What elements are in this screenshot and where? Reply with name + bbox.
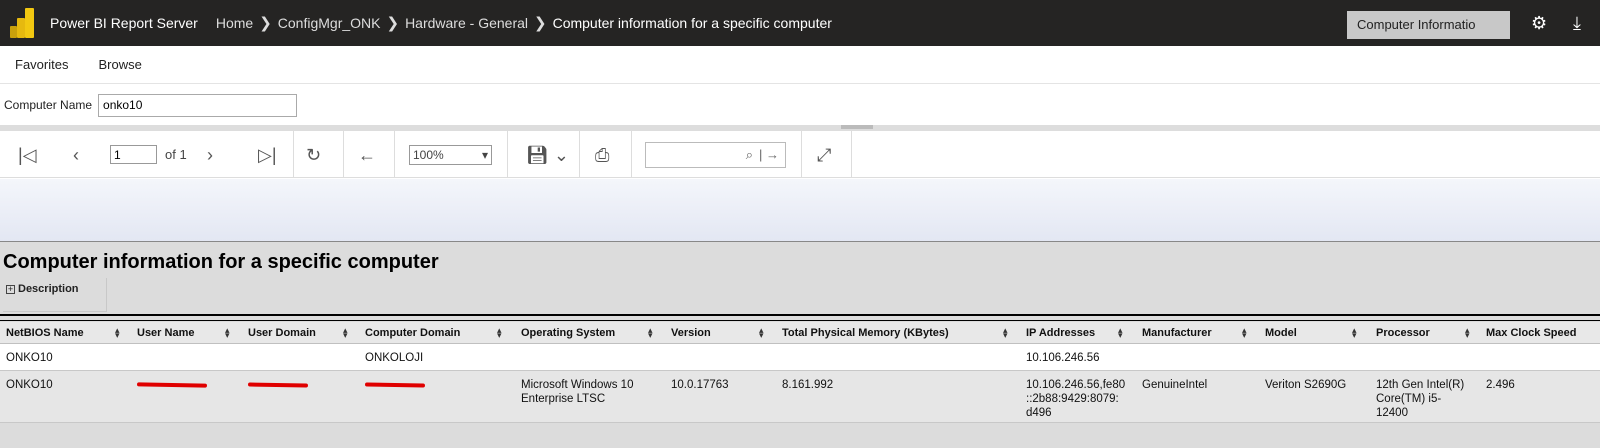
cell-os-line: Microsoft Windows 10 — [521, 379, 634, 391]
sort-icon[interactable]: ▴ ▾ — [497, 326, 502, 340]
redaction-mark-user-domain — [247, 382, 309, 388]
find-next-icon[interactable]: | → — [759, 147, 779, 162]
cell-netbios-name: ONKO10 — [6, 352, 53, 364]
sort-icon[interactable]: ▴ ▾ — [1118, 326, 1123, 340]
page-number-input[interactable] — [110, 145, 157, 164]
fullscreen-icon[interactable]: ⤢ — [817, 146, 831, 164]
column-header-total-physical-memory[interactable]: Total Physical Memory (KBytes) — [782, 322, 949, 344]
table-header-row: NetBIOS Name ▴ ▾ User Name ▴ ▾ User Domain… — [0, 322, 1600, 344]
sort-icon[interactable]: ▴ ▾ — [648, 326, 653, 340]
cell-operating-system: Microsoft Windows 10 Enterprise LTSC — [521, 378, 633, 406]
cell-os-line: Enterprise LTSC — [521, 393, 606, 405]
computer-info-table: NetBIOS Name ▴ ▾ User Name ▴ ▾ User Domain… — [0, 322, 1600, 423]
chevron-right-icon: ❯ — [259, 15, 272, 32]
breadcrumb-home[interactable]: Home — [216, 15, 253, 31]
cell-model: Veriton S2690G — [1265, 379, 1347, 391]
cell-ip-line: 10.106.246.56,fe80 — [1026, 379, 1126, 391]
powerbi-logo-icon[interactable] — [10, 8, 36, 38]
top-header-bar: Power BI Report Server Home ❯ ConfigMgr_… — [0, 0, 1600, 46]
cell-processor-line: 12400 — [1376, 407, 1408, 419]
chevron-right-icon: ❯ — [534, 15, 547, 32]
cell-ip-line: d496 — [1026, 407, 1052, 419]
cell-processor-line: 12th Gen Intel(R) — [1376, 379, 1465, 391]
column-header-user-domain[interactable]: User Domain — [248, 322, 316, 344]
table-row: ONKO10 ONKOLOJI 10.106.246.56 — [0, 344, 1600, 371]
sort-icon[interactable]: ▴ ▾ — [1352, 326, 1357, 340]
breadcrumb-configmgr[interactable]: ConfigMgr_ONK — [278, 15, 381, 31]
find-input[interactable]: ⌕ | → — [645, 141, 786, 168]
expand-plus-icon[interactable]: + — [6, 285, 15, 294]
brand-title[interactable]: Power BI Report Server — [50, 15, 198, 31]
save-icon[interactable]: 💾︎ ⌄ — [526, 146, 569, 164]
cell-manufacturer: GenuineIntel — [1142, 379, 1208, 391]
computer-name-label: Computer Name — [4, 98, 93, 112]
sort-icon[interactable]: ▴ ▾ — [759, 326, 764, 340]
splitter-grip[interactable] — [841, 125, 873, 129]
first-page-icon[interactable]: |◁ — [18, 146, 37, 164]
cell-ip-line: ::2b88:9429:8079: — [1026, 393, 1119, 405]
sort-icon[interactable]: ▴ ▾ — [1003, 326, 1008, 340]
cell-computer-domain: ONKOLOJI — [365, 352, 424, 364]
nav-favorites[interactable]: Favorites — [15, 57, 68, 72]
column-header-max-clock-speed[interactable]: Max Clock Speed — [1486, 322, 1576, 344]
cell-processor: 12th Gen Intel(R) Core(TM) i5- 12400 — [1376, 378, 1464, 420]
column-header-ip-addresses[interactable]: IP Addresses — [1026, 322, 1095, 344]
search-input[interactable]: Computer Informatio — [1347, 11, 1510, 39]
sort-icon[interactable]: ▴ ▾ — [1242, 326, 1247, 340]
download-icon[interactable]: ⤓ — [1573, 13, 1581, 33]
cell-ip-addresses: 10.106.246.56,fe80 ::2b88:9429:8079: d49… — [1026, 378, 1125, 420]
report-title: Computer information for a specific comp… — [3, 251, 439, 273]
report-header-band — [0, 179, 1600, 242]
refresh-icon[interactable]: ↻ — [306, 146, 321, 164]
chevron-down-icon: ▾ — [481, 147, 488, 162]
secondary-nav: Favorites Browse — [0, 46, 1600, 84]
divider — [0, 314, 1600, 316]
next-page-icon[interactable]: › — [207, 146, 213, 164]
cell-processor-line: Core(TM) i5- — [1376, 393, 1442, 405]
table-row: ONKO10 Microsoft Windows 10 Enterprise L… — [0, 371, 1600, 423]
column-header-model[interactable]: Model — [1265, 322, 1297, 344]
breadcrumb-current-report: Computer information for a specific comp… — [552, 15, 832, 31]
zoom-value: 100% — [413, 147, 444, 162]
find-icon[interactable]: ⌕ — [746, 147, 753, 163]
print-icon[interactable]: ⎙ — [595, 146, 609, 164]
description-toggle[interactable]: + Description — [3, 278, 107, 312]
page-count-label: of 1 — [165, 147, 187, 162]
divider — [0, 320, 1600, 321]
report-toolbar: |◁ ‹ of 1 › ▷| ↻ ← 100% ▾ 💾︎ ⌄ ⎙ ⌕ | → ⤢ — [0, 131, 1600, 178]
cell-netbios-name: ONKO10 — [6, 379, 53, 391]
sort-icon[interactable]: ▴ ▾ — [225, 326, 230, 340]
redaction-mark-computer-domain — [364, 382, 426, 388]
back-icon[interactable]: ← — [358, 146, 376, 164]
computer-name-field[interactable] — [98, 93, 298, 117]
report-body: Computer information for a specific comp… — [0, 242, 1600, 448]
zoom-select[interactable]: 100% ▾ — [409, 144, 492, 165]
cell-total-physical-memory: 8.161.992 — [782, 379, 834, 391]
description-label: Description — [18, 283, 79, 295]
column-header-computer-domain[interactable]: Computer Domain — [365, 322, 460, 344]
column-header-manufacturer[interactable]: Manufacturer — [1142, 322, 1212, 344]
last-page-icon[interactable]: ▷| — [258, 146, 277, 164]
column-header-processor[interactable]: Processor — [1376, 322, 1430, 344]
cell-ip-addresses: 10.106.246.56 — [1026, 352, 1100, 364]
previous-page-icon[interactable]: ‹ — [73, 146, 79, 164]
sort-icon[interactable]: ▴ ▾ — [343, 326, 348, 340]
cell-max-clock-speed: 2.496 — [1486, 379, 1515, 391]
gear-icon[interactable]: ⚙ — [1531, 13, 1547, 33]
column-header-version[interactable]: Version — [671, 322, 711, 344]
chevron-right-icon: ❯ — [386, 15, 400, 32]
sort-icon[interactable]: ▴ ▾ — [115, 326, 120, 340]
cell-version: 10.0.17763 — [671, 379, 729, 391]
breadcrumb: Home ❯ ConfigMgr_ONK ❯ Hardware - Genera… — [216, 14, 832, 32]
nav-browse[interactable]: Browse — [98, 57, 141, 72]
parameter-pane: Computer Name — [0, 85, 1600, 125]
breadcrumb-hardware-general[interactable]: Hardware - General — [405, 15, 528, 31]
sort-icon[interactable]: ▴ ▾ — [1465, 326, 1470, 340]
column-header-user-name[interactable]: User Name — [137, 322, 194, 344]
column-header-operating-system[interactable]: Operating System — [521, 322, 615, 344]
redaction-mark-user-name — [136, 382, 208, 388]
column-header-netbios-name[interactable]: NetBIOS Name — [6, 322, 84, 344]
